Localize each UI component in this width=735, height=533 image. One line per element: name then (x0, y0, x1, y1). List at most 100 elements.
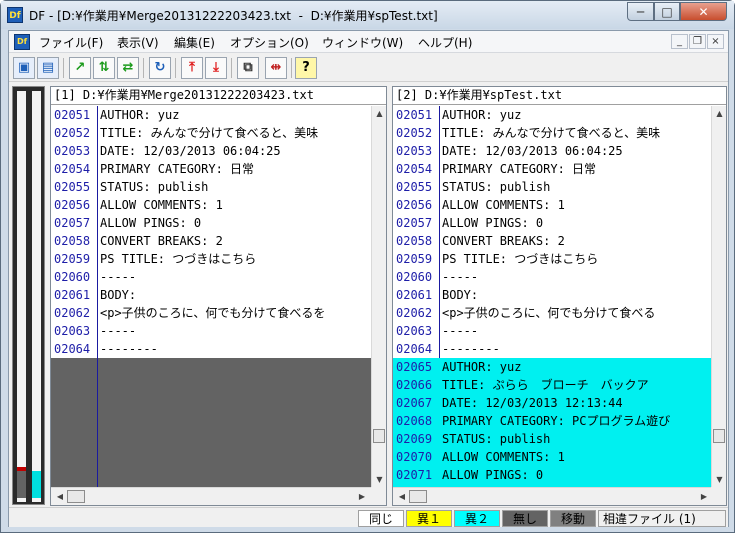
text-line[interactable]: 02051 AUTHOR: yuz (393, 106, 713, 124)
title-bar[interactable]: Df DF - [D:¥作業用¥Merge20131222203423.txt … (1, 1, 734, 29)
menu-window[interactable]: ウィンドウ(W) (322, 34, 403, 51)
scroll-thumb[interactable] (713, 429, 725, 443)
child-close-button[interactable]: × (707, 34, 724, 49)
text-line[interactable]: 02064 -------- (51, 340, 371, 358)
open-file-button[interactable]: ▣ (13, 57, 35, 79)
line-number: 02059 (396, 252, 433, 266)
menu-view[interactable]: 表示(V) (117, 34, 159, 51)
first-diff-icon: ⤒ (189, 60, 195, 75)
swap-button[interactable]: ⇄ (117, 57, 139, 79)
scroll-down-icon[interactable]: ▼ (713, 473, 726, 487)
last-diff-icon: ⤓ (213, 60, 219, 75)
scroll-up-icon[interactable]: ▲ (713, 107, 726, 121)
open-folder-button[interactable]: ▤ (37, 57, 59, 79)
text-line[interactable]: 02059 PS TITLE: つづきはこちら (393, 250, 713, 268)
menu-help[interactable]: ヘルプ(H) (418, 34, 472, 51)
restore-icon: ❐ (693, 36, 702, 47)
text-line[interactable]: 02055 STATUS: publish (393, 178, 713, 196)
text-line[interactable]: 02060 ----- (393, 268, 713, 286)
text-line[interactable]: 02056 ALLOW COMMENTS: 1 (393, 196, 713, 214)
right-pane-header: [2] D:¥作業用¥spTest.txt (393, 87, 726, 105)
diff-line[interactable]: 02065 AUTHOR: yuz (393, 358, 713, 376)
left-vertical-scrollbar[interactable]: ▲ ▼ (371, 106, 386, 488)
text-line[interactable]: 02055 STATUS: publish (51, 178, 371, 196)
status-same: 同じ (358, 510, 404, 527)
line-number: 02068 (396, 414, 433, 428)
text-line[interactable]: 02061 BODY: (393, 286, 713, 304)
text-line[interactable]: 02052 TITLE: みんなで分けて食べると、美味 (51, 124, 371, 142)
scroll-thumb[interactable] (373, 429, 385, 443)
menu-edit[interactable]: 編集(E) (174, 34, 215, 51)
next-diff-button[interactable]: ⇅ (93, 57, 115, 79)
swap-icon: ⇄ (122, 60, 134, 75)
text-line[interactable]: 02057 ALLOW PINGS: 0 (393, 214, 713, 232)
right-horizontal-scrollbar[interactable]: ◀ ▶ (393, 487, 713, 505)
text-line[interactable]: 02053 DATE: 12/03/2013 06:04:25 (51, 142, 371, 160)
line-number: 02061 (396, 288, 433, 302)
left-pane-text[interactable]: 02051 AUTHOR: yuz 02052 TITLE: みんなで分けて食べると、… (51, 106, 371, 488)
menu-options[interactable]: オプション(O) (230, 34, 309, 51)
right-pane-text[interactable]: 02051 AUTHOR: yuz 02052 TITLE: みんなで分けて食べると、… (393, 106, 713, 488)
scroll-right-icon[interactable]: ▶ (355, 490, 369, 504)
text-line[interactable]: 02062 <p>子供のころに、何でも分けて食べるを (51, 304, 371, 322)
diff-line[interactable]: 02066 TITLE: ぷらら ブローチ バックア (393, 376, 713, 394)
line-number: 02056 (396, 198, 433, 212)
child-minimize-button[interactable]: _ (671, 34, 688, 49)
scroll-left-icon[interactable]: ◀ (395, 490, 409, 504)
text-line[interactable]: 02060 ----- (51, 268, 371, 286)
text-line[interactable]: 02051 AUTHOR: yuz (51, 106, 371, 124)
text-line[interactable]: 02059 PS TITLE: つづきはこちら (51, 250, 371, 268)
minimize-button[interactable]: ─ (627, 2, 654, 21)
scroll-down-icon[interactable]: ▼ (373, 473, 386, 487)
scroll-thumb[interactable] (409, 490, 427, 503)
line-number: 02070 (396, 450, 433, 464)
text-line[interactable]: 02052 TITLE: みんなで分けて食べると、美味 (393, 124, 713, 142)
diff-line[interactable]: 02067 DATE: 12/03/2013 12:13:44 (393, 394, 713, 412)
text-line[interactable]: 02063 ----- (393, 322, 713, 340)
prev-diff-button[interactable]: ↗ (69, 57, 91, 79)
line-text: AUTHOR: yuz (100, 108, 180, 122)
scroll-up-icon[interactable]: ▲ (373, 107, 386, 121)
text-line[interactable]: 02061 BODY: (51, 286, 371, 304)
text-line[interactable]: 02053 DATE: 12/03/2013 06:04:25 (393, 142, 713, 160)
diff-line[interactable]: 02071 ALLOW PINGS: 0 (393, 466, 713, 484)
document-icon[interactable]: Df (14, 34, 30, 50)
help-button[interactable]: ? (295, 57, 317, 79)
text-line[interactable]: 02054 PRIMARY CATEGORY: 日常 (51, 160, 371, 178)
text-line[interactable]: 02058 CONVERT BREAKS: 2 (51, 232, 371, 250)
open-file-icon: ▣ (17, 60, 31, 75)
line-text: TITLE: ぷらら ブローチ バックア (442, 378, 649, 392)
diff-overview-bar[interactable] (12, 86, 45, 505)
left-horizontal-scrollbar[interactable]: ◀ ▶ (51, 487, 371, 505)
child-restore-button[interactable]: ❐ (689, 34, 706, 49)
menu-file[interactable]: ファイル(F) (39, 34, 103, 51)
scroll-right-icon[interactable]: ▶ (697, 490, 711, 504)
diff-line[interactable]: 02069 STATUS: publish (393, 430, 713, 448)
text-line[interactable]: 02054 PRIMARY CATEGORY: 日常 (393, 160, 713, 178)
text-line[interactable]: 02064 -------- (393, 340, 713, 358)
window-title: DF - [D:¥作業用¥Merge20131222203423.txt - D… (29, 9, 438, 23)
left-pane-header: [1] D:¥作業用¥Merge20131222203423.txt (51, 87, 386, 105)
scroll-thumb[interactable] (67, 490, 85, 503)
line-text: <p>子供のころに、何でも分けて食べるを (100, 306, 326, 320)
text-line[interactable]: 02056 ALLOW COMMENTS: 1 (51, 196, 371, 214)
text-line[interactable]: 02057 ALLOW PINGS: 0 (51, 214, 371, 232)
right-vertical-scrollbar[interactable]: ▲ ▼ (711, 106, 726, 488)
last-diff-button[interactable]: ⤓ (205, 57, 227, 79)
text-line[interactable]: 02062 <p>子供のころに、何でも分けて食べる (393, 304, 713, 322)
scroll-left-icon[interactable]: ◀ (53, 490, 67, 504)
left-file-pane: [1] D:¥作業用¥Merge20131222203423.txt 02051… (50, 86, 387, 506)
text-line[interactable]: 02063 ----- (51, 322, 371, 340)
merge-button[interactable]: ⇹ (265, 57, 287, 79)
diff-line[interactable]: 02070 ALLOW COMMENTS: 1 (393, 448, 713, 466)
first-diff-button[interactable]: ⤒ (181, 57, 203, 79)
status-diff2: 異２ (454, 510, 500, 527)
app-icon[interactable]: Df (7, 7, 23, 23)
maximize-button[interactable]: □ (654, 2, 680, 21)
diff-line[interactable]: 02068 PRIMARY CATEGORY: PCプログラム遊び (393, 412, 713, 430)
copy-button[interactable]: ⧉ (237, 57, 259, 79)
line-text: PRIMARY CATEGORY: 日常 (100, 162, 255, 176)
text-line[interactable]: 02058 CONVERT BREAKS: 2 (393, 232, 713, 250)
refresh-button[interactable]: ↻ (149, 57, 171, 79)
close-button[interactable]: ✕ (680, 2, 727, 21)
